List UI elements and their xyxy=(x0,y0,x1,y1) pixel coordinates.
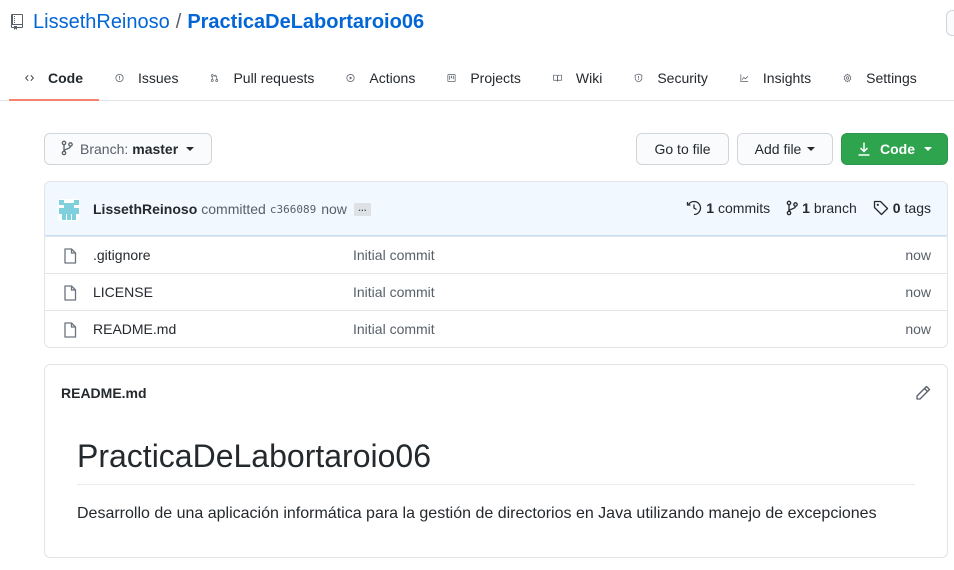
tab-label: Settings xyxy=(866,70,917,86)
repo-name-link[interactable]: PracticaDeLabortaroio06 xyxy=(187,11,424,34)
tab-wiki[interactable]: Wiki xyxy=(537,56,618,100)
branch-icon xyxy=(786,200,798,216)
file-icon xyxy=(64,248,77,264)
branch-select-button[interactable]: Branch: master xyxy=(44,133,212,165)
branches-link[interactable]: 1 branch xyxy=(786,200,857,216)
pull-request-icon xyxy=(210,70,226,86)
file-name-link[interactable]: README.md xyxy=(93,321,176,337)
file-commit-message[interactable]: Initial commit xyxy=(353,321,435,337)
history-icon xyxy=(687,200,702,216)
repo-nav-tabs: Code Issues Pull requests Actions Projec… xyxy=(9,56,933,101)
file-age: now xyxy=(905,247,931,263)
project-icon xyxy=(447,70,463,86)
tab-settings[interactable]: Settings xyxy=(827,56,933,100)
graph-icon xyxy=(740,70,756,86)
repo-title: LissethReinoso / PracticaDeLabortaroio06 xyxy=(10,10,424,34)
issue-icon xyxy=(115,70,131,86)
file-icon xyxy=(64,322,77,338)
repo-icon xyxy=(10,14,24,30)
file-browser: LissethReinoso committed c366089 now … 1… xyxy=(44,181,948,348)
shield-icon xyxy=(634,70,650,86)
commit-ellipsis-button[interactable]: … xyxy=(353,202,371,216)
download-icon xyxy=(858,142,870,156)
chevron-down-icon xyxy=(924,147,932,151)
repo-stats: 1 commits 1 branch 0 tags xyxy=(670,200,931,216)
tab-label: Insights xyxy=(762,70,812,86)
commit-verb: committed xyxy=(201,201,266,217)
tags-count: 0 xyxy=(892,200,901,216)
book-icon xyxy=(553,70,569,86)
tab-insights[interactable]: Insights xyxy=(724,56,827,100)
tab-issues[interactable]: Issues xyxy=(99,56,194,100)
branch-count: 1 xyxy=(802,200,810,216)
readme-heading: PracticaDeLabortaroio06 xyxy=(77,436,915,485)
commit-sha-link[interactable]: c366089 xyxy=(270,203,316,216)
tab-label: Projects xyxy=(470,70,521,86)
tags-label: tags xyxy=(904,200,931,216)
tab-pull-requests[interactable]: Pull requests xyxy=(194,56,330,100)
tab-label: Security xyxy=(657,70,708,86)
file-name-link[interactable]: LICENSE xyxy=(93,284,153,300)
commit-time: now xyxy=(321,201,347,217)
commits-label: commits xyxy=(718,200,771,216)
tags-link[interactable]: 0 tags xyxy=(873,200,931,216)
tag-icon xyxy=(873,200,888,216)
readme-panel: README.md PracticaDeLabortaroio06 Desarr… xyxy=(44,364,948,558)
tab-security[interactable]: Security xyxy=(618,56,724,100)
commit-summary: LissethReinoso committed c366089 now … xyxy=(93,201,371,217)
commits-count: 1 xyxy=(706,200,714,216)
tab-actions[interactable]: Actions xyxy=(330,56,431,100)
gear-icon xyxy=(843,70,859,86)
readme-paragraph: Desarrollo de una aplicación informática… xyxy=(77,505,877,522)
chevron-down-icon xyxy=(186,147,195,151)
branch-icon xyxy=(61,140,73,159)
avatar[interactable] xyxy=(58,199,80,221)
branch-label: Branch: xyxy=(80,141,129,157)
file-commit-message[interactable]: Initial commit xyxy=(353,247,435,263)
code-button-label: Code xyxy=(880,141,915,157)
tab-label: Actions xyxy=(369,70,416,86)
code-download-button[interactable]: Code xyxy=(841,133,948,165)
add-file-label: Add file xyxy=(754,141,802,157)
latest-commit-bar: LissethReinoso committed c366089 now … 1… xyxy=(45,182,947,236)
add-file-button[interactable]: Add file xyxy=(737,133,833,165)
file-commit-message[interactable]: Initial commit xyxy=(353,284,435,300)
tab-label: Pull requests xyxy=(233,70,315,86)
file-row[interactable]: README.md Initial commit now xyxy=(45,310,947,347)
tab-label: Code xyxy=(48,69,83,86)
pencil-icon[interactable] xyxy=(915,385,931,401)
go-to-file-button[interactable]: Go to file xyxy=(636,133,729,165)
chevron-down-icon xyxy=(807,147,816,151)
code-icon xyxy=(25,70,41,86)
file-age: now xyxy=(905,284,931,300)
branch-count-label: branch xyxy=(813,200,857,216)
repo-separator: / xyxy=(175,10,182,33)
readme-filename: README.md xyxy=(61,385,147,401)
repo-header: LissethReinoso / PracticaDeLabortaroio06… xyxy=(0,0,954,101)
commit-author-link[interactable]: LissethReinoso xyxy=(93,201,197,217)
repo-owner-link[interactable]: LissethReinoso xyxy=(33,11,170,34)
tab-label: Wiki xyxy=(575,70,603,86)
commits-link[interactable]: 1 commits xyxy=(686,200,770,216)
file-age: now xyxy=(905,321,931,337)
file-icon xyxy=(64,285,77,301)
branch-value: master xyxy=(132,141,179,157)
file-row[interactable]: LICENSE Initial commit now xyxy=(45,273,947,310)
tab-projects[interactable]: Projects xyxy=(431,56,537,100)
tab-label: Issues xyxy=(138,70,179,86)
header-action-button[interactable] xyxy=(946,10,954,36)
file-name-link[interactable]: .gitignore xyxy=(93,247,151,263)
file-row[interactable]: .gitignore Initial commit now xyxy=(45,236,947,273)
play-icon xyxy=(346,70,362,86)
tab-code[interactable]: Code xyxy=(9,56,99,101)
